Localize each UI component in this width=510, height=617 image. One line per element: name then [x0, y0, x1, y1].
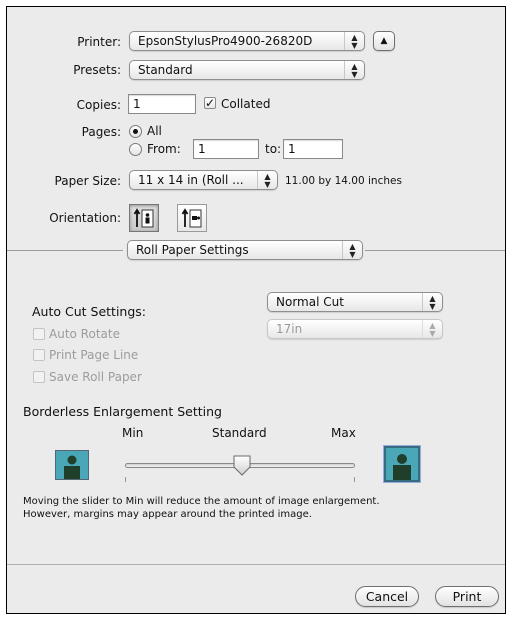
collated-checkbox[interactable]: ✓	[204, 97, 216, 109]
popup-arrows-icon: ▲ ▼	[344, 32, 364, 50]
section-popup-value: Roll Paper Settings	[136, 243, 249, 257]
print-page-line-checkbox[interactable]	[33, 349, 45, 361]
separator-left	[7, 250, 123, 251]
pages-all-radio[interactable]	[129, 125, 142, 138]
pages-all-label: All	[147, 124, 162, 138]
slider-knob[interactable]	[233, 455, 251, 477]
slider-standard-label: Standard	[212, 426, 267, 440]
print-page-line-label: Print Page Line	[49, 348, 139, 362]
roll-width-value: 17in	[276, 322, 303, 336]
slider-min-label: Min	[122, 426, 144, 440]
checkmark-icon: ✓	[205, 96, 216, 110]
max-enlargement-image	[383, 445, 421, 483]
landscape-orientation-icon	[181, 208, 202, 228]
orientation-label: Orientation:	[49, 211, 121, 225]
save-roll-paper-checkbox[interactable]	[33, 371, 45, 383]
borderless-title: Borderless Enlargement Setting	[23, 404, 222, 419]
borderless-description-line1: Moving the slider to Min will reduce the…	[23, 496, 380, 507]
bottom-separator	[7, 564, 505, 565]
orientation-landscape-button[interactable]	[177, 204, 207, 232]
roll-width-popup[interactable]: 17in ▲ ▼	[267, 319, 443, 339]
paper-size-value: 11 x 14 in (Roll ...	[138, 173, 244, 187]
radio-selected-dot-icon	[133, 129, 138, 134]
borderless-description-line2: However, margins may appear around the p…	[23, 509, 312, 520]
section-popup[interactable]: Roll Paper Settings ▲ ▼	[127, 240, 363, 260]
slider-tick-max	[354, 477, 355, 482]
popup-arrows-icon: ▲ ▼	[342, 241, 362, 259]
person-icon	[393, 454, 411, 480]
triangle-up-icon: ▲	[380, 36, 388, 46]
print-button[interactable]: Print	[435, 586, 499, 607]
collated-label: Collated	[221, 97, 271, 111]
auto-rotate-label: Auto Rotate	[49, 327, 120, 341]
separator-right	[365, 250, 505, 251]
pages-from-label: From:	[147, 142, 181, 156]
presets-label: Presets:	[73, 63, 121, 77]
popup-arrows-icon: ▲ ▼	[344, 61, 364, 79]
print-dialog: Printer: EpsonStylusPro4900-26820D ▲ ▼ ▲ …	[6, 6, 506, 614]
paper-dimensions: 11.00 by 14.00 inches	[285, 175, 402, 187]
popup-arrows-icon: ▲ ▼	[257, 171, 277, 189]
slider-max-label: Max	[331, 426, 356, 440]
paper-size-popup[interactable]: 11 x 14 in (Roll ... ▲ ▼	[129, 170, 278, 190]
portrait-orientation-icon	[133, 208, 154, 228]
printer-popup[interactable]: EpsonStylusPro4900-26820D ▲ ▼	[129, 31, 365, 51]
save-roll-paper-label: Save Roll Paper	[49, 370, 142, 384]
pages-label: Pages:	[81, 125, 121, 139]
printer-label: Printer:	[77, 35, 121, 49]
cancel-button[interactable]: Cancel	[355, 586, 419, 607]
orientation-portrait-button[interactable]	[129, 204, 159, 232]
popup-arrows-icon: ▲ ▼	[422, 293, 442, 311]
pages-from-field[interactable]: 1	[193, 139, 259, 159]
pages-to-field[interactable]: 1	[283, 139, 343, 159]
auto-cut-popup[interactable]: Normal Cut ▲ ▼	[267, 292, 443, 312]
expand-dialog-button[interactable]: ▲	[373, 31, 395, 51]
popup-arrows-icon: ▲ ▼	[422, 320, 442, 338]
presets-value: Standard	[138, 63, 193, 77]
copies-field[interactable]: 1	[128, 94, 196, 114]
copies-label: Copies:	[76, 98, 121, 112]
auto-cut-label: Auto Cut Settings:	[32, 304, 147, 319]
slider-tick-min	[125, 477, 126, 482]
pages-to-label: to:	[265, 142, 282, 156]
min-enlargement-image	[55, 450, 89, 480]
auto-cut-value: Normal Cut	[276, 295, 344, 309]
pages-from-radio[interactable]	[129, 143, 142, 156]
person-icon	[64, 455, 80, 479]
presets-popup[interactable]: Standard ▲ ▼	[129, 60, 365, 80]
printer-value: EpsonStylusPro4900-26820D	[138, 34, 313, 48]
enlargement-slider[interactable]	[125, 451, 355, 483]
auto-rotate-checkbox[interactable]	[33, 328, 45, 340]
paper-size-label: Paper Size:	[54, 174, 121, 188]
